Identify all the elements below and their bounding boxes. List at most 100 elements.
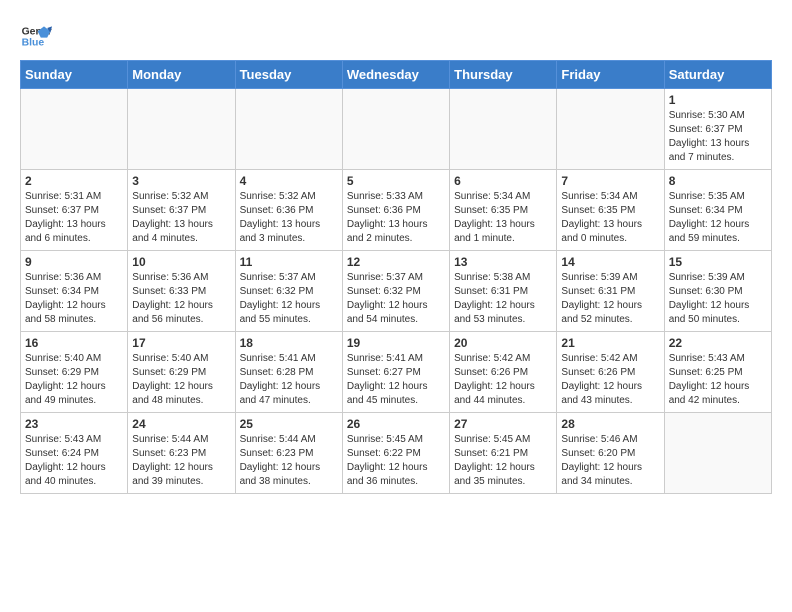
calendar-cell: 20 Sunrise: 5:42 AM Sunset: 6:26 PM Dayli…	[450, 332, 557, 413]
calendar-week-3: 9Sunrise: 5:36 AM Sunset: 6:34 PM Daylig…	[21, 251, 772, 332]
day-header-friday: Friday	[557, 61, 664, 89]
day-number: 11	[240, 255, 338, 269]
day-info: Sunrise: 5:42 AM Sunset: 6:26 PM Dayligh…	[561, 352, 659, 408]
calendar-cell: 4 Sunrise: 5:32 AM Sunset: 6:36 PM Daylig…	[235, 170, 342, 251]
calendar-cell	[235, 89, 342, 170]
day-number: 6	[454, 174, 552, 188]
calendar-cell: 28 Sunrise: 5:46 AM Sunset: 6:20 PM Dayli…	[557, 413, 664, 494]
day-number: 18	[240, 336, 338, 350]
calendar-cell	[557, 89, 664, 170]
day-info: Sunrise: 5:44 AM Sunset: 6:23 PM Dayligh…	[240, 433, 338, 489]
day-info: Sunrise: 5:32 AM Sunset: 6:37 PM Dayligh…	[132, 190, 230, 246]
calendar-cell: 2Sunrise: 5:31 AM Sunset: 6:37 PM Daylig…	[21, 170, 128, 251]
day-number: 21	[561, 336, 659, 350]
day-info: Sunrise: 5:38 AM Sunset: 6:31 PM Dayligh…	[454, 271, 552, 327]
calendar-cell: 18 Sunrise: 5:41 AM Sunset: 6:28 PM Dayli…	[235, 332, 342, 413]
calendar-cell: 10 Sunrise: 5:36 AM Sunset: 6:33 PM Dayli…	[128, 251, 235, 332]
day-info: Sunrise: 5:32 AM Sunset: 6:36 PM Dayligh…	[240, 190, 338, 246]
calendar-week-5: 23 Sunrise: 5:43 AM Sunset: 6:24 PM Dayli…	[21, 413, 772, 494]
day-info: Sunrise: 5:34 AM Sunset: 6:35 PM Dayligh…	[561, 190, 659, 246]
calendar-cell: 25 Sunrise: 5:44 AM Sunset: 6:23 PM Dayli…	[235, 413, 342, 494]
day-number: 23	[25, 417, 123, 431]
day-info: Sunrise: 5:36 AM Sunset: 6:34 PM Dayligh…	[25, 271, 123, 327]
day-info: Sunrise: 5:44 AM Sunset: 6:23 PM Dayligh…	[132, 433, 230, 489]
day-number: 5	[347, 174, 445, 188]
day-number: 7	[561, 174, 659, 188]
calendar-cell: 19 Sunrise: 5:41 AM Sunset: 6:27 PM Dayli…	[342, 332, 449, 413]
day-info: Sunrise: 5:42 AM Sunset: 6:26 PM Dayligh…	[454, 352, 552, 408]
calendar-cell: 1 Sunrise: 5:30 AM Sunset: 6:37 PM Daylig…	[664, 89, 771, 170]
day-info: Sunrise: 5:37 AM Sunset: 6:32 PM Dayligh…	[347, 271, 445, 327]
day-number: 16	[25, 336, 123, 350]
day-header-wednesday: Wednesday	[342, 61, 449, 89]
day-number: 3	[132, 174, 230, 188]
day-number: 17	[132, 336, 230, 350]
day-number: 8	[669, 174, 767, 188]
day-header-saturday: Saturday	[664, 61, 771, 89]
calendar-cell: 22 Sunrise: 5:43 AM Sunset: 6:25 PM Dayli…	[664, 332, 771, 413]
calendar-cell	[450, 89, 557, 170]
day-info: Sunrise: 5:34 AM Sunset: 6:35 PM Dayligh…	[454, 190, 552, 246]
day-info: Sunrise: 5:33 AM Sunset: 6:36 PM Dayligh…	[347, 190, 445, 246]
calendar-cell: 17 Sunrise: 5:40 AM Sunset: 6:29 PM Dayli…	[128, 332, 235, 413]
calendar-week-1: 1 Sunrise: 5:30 AM Sunset: 6:37 PM Daylig…	[21, 89, 772, 170]
day-info: Sunrise: 5:37 AM Sunset: 6:32 PM Dayligh…	[240, 271, 338, 327]
day-number: 22	[669, 336, 767, 350]
calendar-table: SundayMondayTuesdayWednesdayThursdayFrid…	[20, 60, 772, 494]
day-info: Sunrise: 5:40 AM Sunset: 6:29 PM Dayligh…	[132, 352, 230, 408]
calendar-cell	[664, 413, 771, 494]
day-info: Sunrise: 5:43 AM Sunset: 6:25 PM Dayligh…	[669, 352, 767, 408]
calendar-header-row: SundayMondayTuesdayWednesdayThursdayFrid…	[21, 61, 772, 89]
day-number: 1	[669, 93, 767, 107]
calendar-cell	[21, 89, 128, 170]
day-info: Sunrise: 5:30 AM Sunset: 6:37 PM Dayligh…	[669, 109, 767, 165]
day-info: Sunrise: 5:40 AM Sunset: 6:29 PM Dayligh…	[25, 352, 123, 408]
day-number: 25	[240, 417, 338, 431]
calendar-cell: 6 Sunrise: 5:34 AM Sunset: 6:35 PM Daylig…	[450, 170, 557, 251]
calendar-cell: 13 Sunrise: 5:38 AM Sunset: 6:31 PM Dayli…	[450, 251, 557, 332]
svg-text:Blue: Blue	[22, 38, 45, 49]
calendar-cell: 3 Sunrise: 5:32 AM Sunset: 6:37 PM Daylig…	[128, 170, 235, 251]
calendar-cell: 16 Sunrise: 5:40 AM Sunset: 6:29 PM Dayli…	[21, 332, 128, 413]
calendar-cell: 14 Sunrise: 5:39 AM Sunset: 6:31 PM Dayli…	[557, 251, 664, 332]
day-header-thursday: Thursday	[450, 61, 557, 89]
day-info: Sunrise: 5:31 AM Sunset: 6:37 PM Dayligh…	[25, 190, 123, 246]
calendar-week-4: 16 Sunrise: 5:40 AM Sunset: 6:29 PM Dayli…	[21, 332, 772, 413]
day-number: 14	[561, 255, 659, 269]
day-number: 13	[454, 255, 552, 269]
calendar-cell	[128, 89, 235, 170]
calendar-cell: 11 Sunrise: 5:37 AM Sunset: 6:32 PM Dayli…	[235, 251, 342, 332]
calendar-cell: 9Sunrise: 5:36 AM Sunset: 6:34 PM Daylig…	[21, 251, 128, 332]
day-info: Sunrise: 5:39 AM Sunset: 6:30 PM Dayligh…	[669, 271, 767, 327]
calendar-cell: 23 Sunrise: 5:43 AM Sunset: 6:24 PM Dayli…	[21, 413, 128, 494]
logo: General Blue	[20, 20, 52, 52]
day-header-sunday: Sunday	[21, 61, 128, 89]
day-info: Sunrise: 5:46 AM Sunset: 6:20 PM Dayligh…	[561, 433, 659, 489]
logo-icon: General Blue	[20, 20, 52, 52]
day-info: Sunrise: 5:41 AM Sunset: 6:27 PM Dayligh…	[347, 352, 445, 408]
day-number: 12	[347, 255, 445, 269]
calendar-cell: 24 Sunrise: 5:44 AM Sunset: 6:23 PM Dayli…	[128, 413, 235, 494]
day-info: Sunrise: 5:45 AM Sunset: 6:21 PM Dayligh…	[454, 433, 552, 489]
day-info: Sunrise: 5:43 AM Sunset: 6:24 PM Dayligh…	[25, 433, 123, 489]
day-info: Sunrise: 5:41 AM Sunset: 6:28 PM Dayligh…	[240, 352, 338, 408]
day-info: Sunrise: 5:36 AM Sunset: 6:33 PM Dayligh…	[132, 271, 230, 327]
calendar-cell: 8 Sunrise: 5:35 AM Sunset: 6:34 PM Daylig…	[664, 170, 771, 251]
day-number: 19	[347, 336, 445, 350]
day-number: 4	[240, 174, 338, 188]
calendar-cell: 5 Sunrise: 5:33 AM Sunset: 6:36 PM Daylig…	[342, 170, 449, 251]
calendar-cell	[342, 89, 449, 170]
day-number: 27	[454, 417, 552, 431]
day-number: 10	[132, 255, 230, 269]
day-number: 26	[347, 417, 445, 431]
day-number: 28	[561, 417, 659, 431]
day-info: Sunrise: 5:39 AM Sunset: 6:31 PM Dayligh…	[561, 271, 659, 327]
day-number: 15	[669, 255, 767, 269]
day-number: 20	[454, 336, 552, 350]
calendar-cell: 15 Sunrise: 5:39 AM Sunset: 6:30 PM Dayli…	[664, 251, 771, 332]
day-header-tuesday: Tuesday	[235, 61, 342, 89]
calendar-cell: 27 Sunrise: 5:45 AM Sunset: 6:21 PM Dayli…	[450, 413, 557, 494]
page-header: General Blue	[20, 20, 772, 52]
day-info: Sunrise: 5:35 AM Sunset: 6:34 PM Dayligh…	[669, 190, 767, 246]
day-number: 24	[132, 417, 230, 431]
